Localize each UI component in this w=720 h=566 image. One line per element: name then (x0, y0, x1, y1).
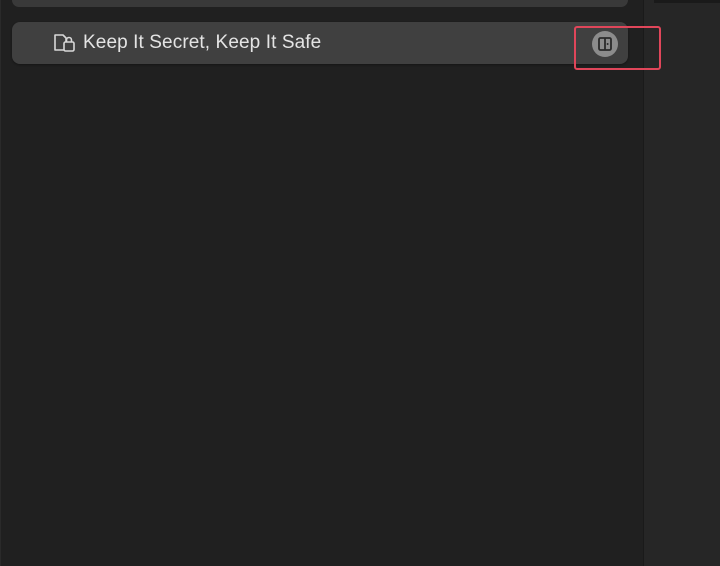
side-panel-header (654, 0, 720, 3)
side-panel (643, 0, 720, 566)
previous-list-item[interactable] (12, 0, 628, 7)
vault-list-item[interactable]: Keep It Secret, Keep It Safe (12, 22, 628, 64)
locked-vault-icon (52, 33, 78, 53)
open-vault-icon[interactable] (592, 31, 618, 57)
app-window: Keep It Secret, Keep It Safe (0, 0, 720, 566)
vault-name: Keep It Secret, Keep It Safe (83, 32, 322, 53)
vault-list-pane: Keep It Secret, Keep It Safe (0, 0, 643, 566)
